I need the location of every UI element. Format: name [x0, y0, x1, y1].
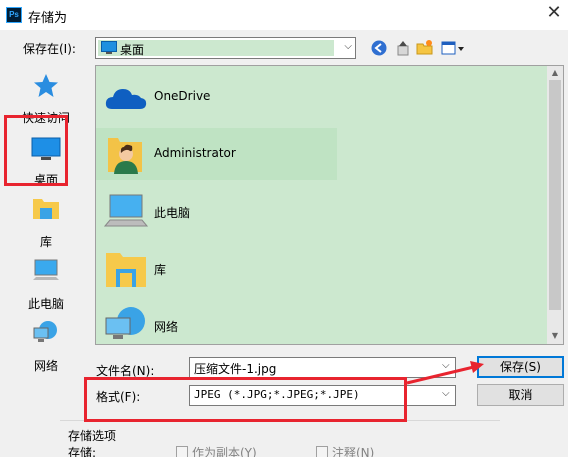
library-icon [106, 253, 146, 287]
list-item[interactable]: 库 [96, 243, 549, 295]
photoshop-icon: Ps [6, 7, 22, 23]
place-label: 库 [39, 235, 52, 249]
save-button[interactable]: 保存(S) [477, 356, 564, 378]
location-dropdown[interactable]: 桌面 ⌵ [95, 37, 356, 59]
filename-field[interactable] [189, 357, 456, 378]
view-menu-icon[interactable] [440, 39, 466, 57]
save-options-title: 存储选项 [68, 429, 117, 443]
location-selection: 桌面 [98, 40, 334, 57]
scroll-down-icon[interactable]: ▼ [549, 330, 561, 342]
chevron-down-icon[interactable]: ⌵ [442, 388, 450, 399]
vertical-scrollbar[interactable]: ▲ ▼ [547, 66, 563, 344]
as-copy-label: 作为副本(Y) [192, 446, 257, 457]
place-label: 网络 [33, 359, 58, 373]
close-button[interactable]: ✕ [544, 4, 564, 24]
cancel-button[interactable]: 取消 [477, 384, 564, 406]
annotation-box-format [84, 377, 407, 422]
scroll-up-icon[interactable]: ▲ [549, 67, 561, 79]
library-icon [33, 199, 59, 219]
network-icon [105, 307, 145, 339]
file-list[interactable]: OneDrive Administrator 此电脑 库 网络 ▲ ▼ [95, 65, 564, 345]
window-title: 存储为 [28, 11, 68, 26]
item-label: 此电脑 [154, 206, 191, 220]
notes-checkbox[interactable] [316, 446, 328, 457]
desktop-icon [101, 41, 117, 54]
notes-label: 注释(N) [332, 446, 375, 457]
place-this-pc[interactable]: 此电脑 [4, 255, 88, 315]
chevron-down-icon[interactable]: ⌵ [442, 360, 450, 371]
item-label: 库 [154, 263, 167, 277]
location-value: 桌面 [120, 43, 145, 57]
computer-icon [33, 259, 59, 280]
list-item[interactable]: 此电脑 [96, 186, 549, 238]
save-in-label: 保存在(I): [23, 42, 76, 56]
back-icon[interactable] [370, 39, 388, 57]
chevron-down-icon[interactable]: ⌵ [344, 41, 352, 52]
computer-icon [104, 194, 148, 227]
store-label: 存储: [68, 446, 97, 457]
scroll-thumb[interactable] [549, 80, 561, 310]
up-folder-icon[interactable] [394, 39, 412, 57]
item-label: 网络 [154, 320, 179, 334]
title-bar: Ps 存储为 ✕ [0, 0, 568, 30]
star-icon [34, 74, 58, 97]
item-label: Administrator [154, 146, 236, 160]
list-item[interactable]: Administrator [96, 128, 337, 180]
place-library[interactable]: 库 [4, 193, 88, 253]
network-icon [33, 321, 57, 342]
list-item[interactable]: OneDrive [96, 71, 549, 123]
place-network[interactable]: 网络 [4, 317, 88, 377]
onedrive-icon [105, 89, 147, 109]
as-copy-checkbox[interactable] [176, 446, 188, 457]
places-bar: 快速访问 桌面 库 此电脑 网络 [4, 63, 88, 381]
new-folder-icon[interactable] [416, 39, 434, 57]
item-label: OneDrive [154, 89, 211, 103]
annotation-box-desktop [4, 115, 68, 186]
list-item[interactable]: 网络 [96, 300, 549, 352]
user-folder-icon [108, 138, 142, 174]
place-label: 此电脑 [27, 297, 64, 311]
